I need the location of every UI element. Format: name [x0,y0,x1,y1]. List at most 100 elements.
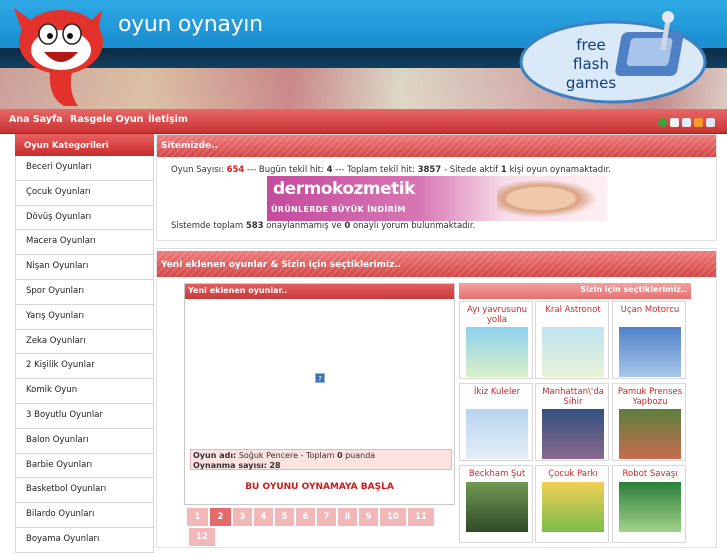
category-item[interactable]: Dövüş Oyunları [15,205,154,231]
stat-label: onaylı yorum bulunmaktadır. [352,221,476,231]
site-stats-line: Oyun Sayısı: 654 --- Bugün tekil hit: 4 … [171,165,611,175]
game-card[interactable]: İkiz Kuleler [459,383,533,461]
page-link[interactable]: 12 [189,528,215,546]
category-item[interactable]: Boyama Oyunları [15,527,154,553]
game-thumbnail[interactable] [466,327,528,377]
game-title[interactable]: Kral Astronot [536,305,610,315]
page-link[interactable]: 6 [296,508,315,526]
category-item[interactable]: Spor Oyunları [15,279,154,305]
game-card[interactable]: Kral Astronot [535,301,609,379]
category-item[interactable]: Zeka Oyunları [15,329,154,355]
category-sidebar: Oyun Kategorileri Beceri Oyunları Çocuk … [15,134,154,553]
category-item[interactable]: Basketbol Oyunları [15,478,154,504]
game-title[interactable]: İkiz Kuleler [460,387,534,397]
game-name-label: Oyun adı: [193,451,237,460]
nav-bar: Ana Sayfa Rasgele Oyun İletişim [0,109,727,134]
page-link[interactable]: 10 [380,508,406,526]
stat-label: Oyun Sayısı: [171,165,224,175]
site-stats-panel: Sitemizde.. Oyun Sayısı: 654 --- Bugün t… [156,134,717,241]
game-thumbnail[interactable] [542,409,604,459]
game-card[interactable]: Çocuk Parkı [535,465,609,543]
nav-random-game-link[interactable]: Rasgele Oyun [70,114,143,125]
game-thumbnail[interactable] [542,482,604,532]
game-count: 654 [226,165,245,175]
game-title[interactable]: Manhattan\'da Sihir [536,387,610,407]
today-hits: 4 [326,165,333,175]
category-item[interactable]: Barbie Oyunları [15,453,154,479]
category-item[interactable]: Çocuk Oyunları [15,180,154,206]
game-thumbnail[interactable] [619,482,681,532]
missing-plugin-icon[interactable]: ? [315,373,325,383]
stat-label: kişi oyun oynamaktadır. [509,165,611,175]
active-users: 1 [500,165,507,175]
bookmark-icon[interactable] [706,118,715,127]
page-link[interactable]: 11 [408,508,434,526]
nav-contact-link[interactable]: İletişim [148,114,188,125]
rss-icon[interactable] [694,118,703,127]
category-item[interactable]: Bilardo Oyunları [15,503,154,528]
game-card[interactable]: Pamuk Prenses Yapbozu [612,383,686,461]
ad-banner[interactable]: dermokozmetik ÜRÜNLERDE BÜYÜK İNDİRİM [267,176,607,221]
plays-row: Oynanma sayısı: 28 [193,461,451,471]
category-item[interactable]: Balon Oyunları [15,428,154,454]
banner-brand: dermokozmetik [273,179,415,199]
page-link[interactable]: 4 [254,508,273,526]
stat-label: - Sitede aktif [443,165,499,175]
game-title[interactable]: Uçan Motorcu [613,305,687,315]
category-item[interactable]: 3 Boyutlu Oyunlar [15,403,154,429]
game-card[interactable]: Beckham Şut [459,465,533,543]
page-link[interactable]: 1 [187,508,208,526]
game-name: Soğuk Pencere [238,451,298,460]
cat-logo-icon[interactable] [6,2,110,108]
game-title[interactable]: Beckham Şut [460,469,534,479]
page-link[interactable]: 8 [338,508,357,526]
game-info: Oyun adı: Soğuk Pencere - Toplam 0 puand… [190,449,452,470]
comment-stats: Sistemde toplam 583 onaylanmamış ve 0 on… [171,221,475,231]
category-item[interactable]: 2 Kişilik Oyunlar [15,354,154,380]
game-title[interactable]: Robot Savaşı [613,469,687,479]
category-item[interactable]: Macera Oyunları [15,230,154,256]
site-title[interactable]: oyun oynayın [118,12,263,37]
game-card[interactable]: Manhattan\'da Sihir [535,383,609,461]
panel-heading: Yeni eklenen oyunlar & Sizin için seçtik… [157,251,716,277]
category-item[interactable]: Beceri Oyunları [15,156,154,181]
game-name-row: Oyun adı: Soğuk Pencere - Toplam 0 puand… [193,451,451,461]
check-icon[interactable] [658,118,667,127]
game-card[interactable]: Robot Savaşı [612,465,686,543]
banner-tagline: ÜRÜNLERDE BÜYÜK İNDİRİM [271,205,406,214]
badge-text: free flash games [561,36,621,93]
badge-word: free [576,36,606,54]
game-card[interactable]: Ayı yavrusunu yolla [459,301,533,379]
mail-icon[interactable] [682,118,691,127]
game-thumbnail[interactable] [466,409,528,459]
game-thumbnail[interactable] [466,482,528,532]
stat-label: Sistemde toplam [171,221,244,231]
game-thumbnail[interactable] [619,327,681,377]
page-link[interactable]: 7 [317,508,336,526]
game-title[interactable]: Ayı yavrusunu yolla [460,305,534,325]
category-item[interactable]: Komik Oyun [15,379,154,404]
game-title[interactable]: Çocuk Parkı [536,469,610,479]
game-thumbnail[interactable] [542,327,604,377]
plays-count: 28 [269,461,281,470]
page-link-active[interactable]: 2 [210,508,231,526]
play-game-link[interactable]: BU OYUNU OYNAMAYA BAŞLA [185,482,454,492]
stat-label: --- Toplam tekil hit: [335,165,415,175]
category-item[interactable]: Yarış Oyunları [15,304,154,330]
badge-word: games [565,74,617,92]
stat-label: onaylanmamış ve [266,221,342,231]
nav-icons [658,118,715,127]
page-link[interactable]: 3 [233,508,252,526]
game-title[interactable]: Pamuk Prenses Yapbozu [613,387,687,407]
new-games-panel: Yeni eklenen oyunlar & Sizin için seçtik… [156,248,717,548]
game-thumbnail[interactable] [619,409,681,459]
home-icon[interactable] [670,118,679,127]
category-item[interactable]: Nişan Oyunları [15,255,154,280]
game-card[interactable]: Uçan Motorcu [612,301,686,379]
plays-label: Oynanma sayısı: [193,461,267,470]
nav-home-link[interactable]: Ana Sayfa [9,114,63,125]
unapproved-count: 583 [245,221,264,231]
approved-count: 0 [344,221,351,231]
page-link[interactable]: 5 [275,508,294,526]
page-link[interactable]: 9 [359,508,378,526]
